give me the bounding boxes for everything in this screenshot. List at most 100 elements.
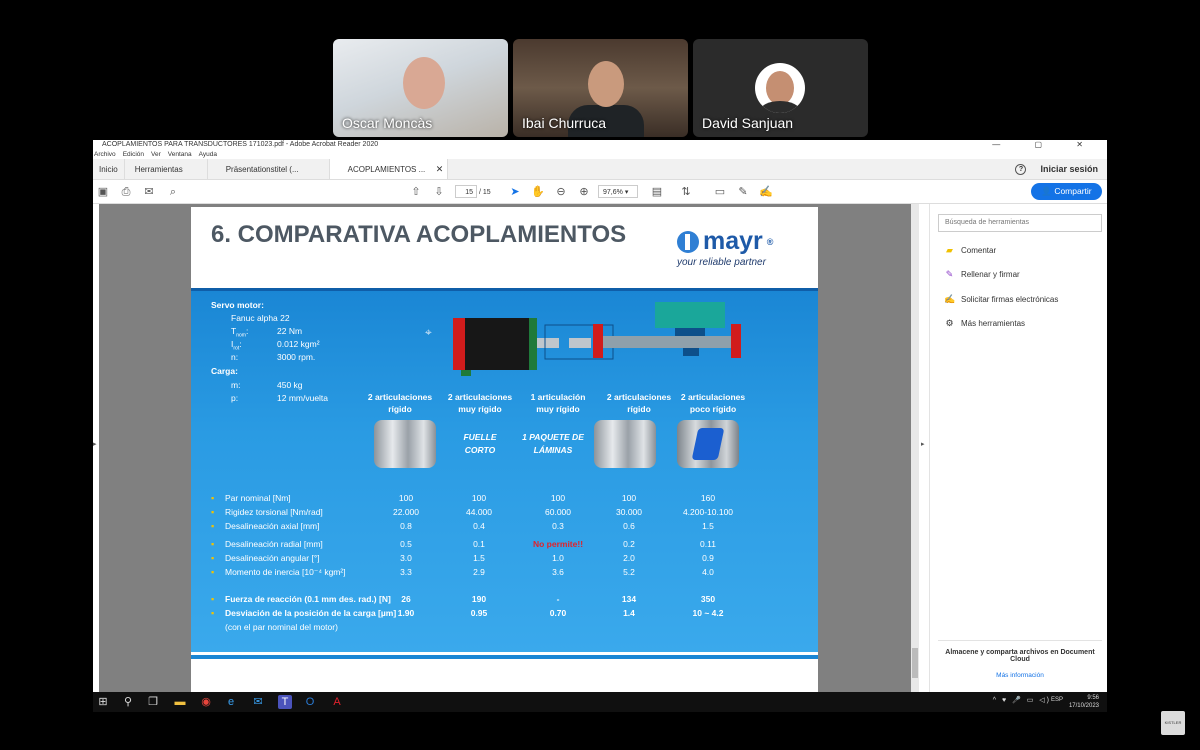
menu-ver[interactable]: Ver xyxy=(151,150,161,159)
cell: 160 xyxy=(700,493,716,503)
meeting-screen: Oscar Moncàs Ibai Churruca David Sanjuan… xyxy=(0,0,1200,750)
share-label: Compartir xyxy=(1054,186,1092,196)
tool-label: Más herramientas xyxy=(961,319,1026,328)
tools-search-input[interactable]: Búsqueda de herramientas xyxy=(938,214,1102,232)
toolbar: ▣ ⎙ ✉ ⌕ ⇧ ⇩ 15 / 15 ➤ ✋ ⊖ ⊕ 97,6% ▾ ▤ ⇅ … xyxy=(93,180,1107,204)
header-right: ? Iniciar sesión xyxy=(1015,159,1098,180)
signin-button[interactable]: Iniciar sesión xyxy=(1040,159,1098,180)
cell: 60.000 xyxy=(545,507,571,517)
edge-icon[interactable]: e xyxy=(224,695,238,709)
windows-icon[interactable]: ⊞ xyxy=(96,695,110,709)
teams-icon[interactable]: T xyxy=(278,695,292,709)
pdf-page: 6. COMPARATIVA ACOPLAMIENTOS mayr ® your… xyxy=(191,207,818,692)
language-indicator[interactable]: ESP xyxy=(1051,697,1063,703)
window-controls[interactable]: — ▢ ✕ xyxy=(992,140,1099,150)
tool-comentar[interactable]: ▰ Comentar xyxy=(944,245,996,256)
table-row: ▪ Par nominal [Nm] 100 100 100 100 160 xyxy=(191,493,818,506)
cell: - xyxy=(556,594,560,604)
acrobat-icon[interactable]: A xyxy=(330,695,344,709)
share-button[interactable]: 👤 Compartir xyxy=(1031,183,1102,200)
zoom-select[interactable]: 97,6% ▾ xyxy=(598,185,638,198)
save-icon[interactable]: ▣ xyxy=(96,185,110,199)
fill-sign-icon: ✎ xyxy=(945,269,954,279)
tool-mas-herramientas[interactable]: ⚙ Más herramientas xyxy=(944,318,1025,329)
scrollbar-thumb[interactable] xyxy=(912,648,918,678)
clock[interactable]: 9:56 17/10/2023 xyxy=(1069,694,1099,710)
page-number-input[interactable]: 15 xyxy=(455,185,477,198)
slide-title: 6. COMPARATIVA ACOPLAMIENTOS xyxy=(211,221,627,248)
right-panel-toggle-icon[interactable]: ▸ xyxy=(921,440,925,448)
tab-herramientas[interactable]: Herramientas xyxy=(125,159,208,179)
left-panel-toggle-icon[interactable]: ▸ xyxy=(93,440,97,448)
page-down-icon[interactable]: ⇩ xyxy=(432,185,446,199)
zoom-out-icon[interactable]: ⊖ xyxy=(554,185,568,199)
document-area[interactable]: 6. COMPARATIVA ACOPLAMIENTOS mayr ® your… xyxy=(99,204,917,692)
tool-rellenar-firmar[interactable]: ✎ Rellenar y firmar xyxy=(944,269,1020,280)
column-header-line: rígido xyxy=(388,404,412,414)
participant-tile-david[interactable]: David Sanjuan xyxy=(693,39,868,137)
sign-icon[interactable]: ✍ xyxy=(759,185,773,199)
servo-label: Servo motor: xyxy=(211,300,264,310)
highlight-icon[interactable]: ✎ xyxy=(736,185,750,199)
vertical-scrollbar[interactable] xyxy=(911,204,919,692)
tools-panel: Búsqueda de herramientas ▰ Comentar ✎ Re… xyxy=(929,204,1107,692)
chrome-icon[interactable]: ◉ xyxy=(199,695,213,709)
system-tray-icons[interactable]: ^ ♥ 🎤 ▭ ◁) xyxy=(993,696,1051,704)
hand-tool-icon[interactable]: ✋ xyxy=(531,185,545,199)
select-cursor-icon[interactable]: ➤ xyxy=(508,185,522,199)
tab-acoplamientos[interactable]: ACOPLAMIENTOS ... ✕ xyxy=(329,159,449,180)
servo-param-value: 3000 rpm. xyxy=(277,352,316,362)
cell: 0.95 xyxy=(470,608,488,618)
menu-archivo[interactable]: Archivo xyxy=(94,150,116,159)
participant-tile-ibai[interactable]: Ibai Churruca xyxy=(513,39,688,137)
page-view-icon[interactable]: ▤ xyxy=(650,185,664,199)
task-view-icon[interactable]: ❐ xyxy=(146,695,160,709)
bullet-icon: ▪ xyxy=(211,507,215,517)
motor-load-diagram: ⌖ xyxy=(425,302,741,376)
zoom-in-icon[interactable]: ⊕ xyxy=(577,185,591,199)
more-info-link[interactable]: Más información xyxy=(938,672,1102,679)
column-header-line: 2 articulaciones xyxy=(680,392,746,402)
outlook-icon[interactable]: O xyxy=(303,695,317,709)
param-subscript: nom xyxy=(236,332,246,339)
tab-inicio[interactable]: Inicio xyxy=(93,159,125,179)
page-up-icon[interactable]: ⇧ xyxy=(409,185,423,199)
table-row: ▪ Fuerza de reacción (0.1 mm des. rad.) … xyxy=(191,594,818,607)
participant-name: David Sanjuan xyxy=(702,115,794,131)
tool-solicitar-firmas[interactable]: ✍ Solicitar firmas electrónicas xyxy=(944,294,1058,305)
cell: 0.3 xyxy=(552,521,564,531)
row-label: Rigidez torsional [Nm/rad] xyxy=(225,507,323,517)
cell-warning: No permite!! xyxy=(532,539,584,549)
mail-icon[interactable]: ✉ xyxy=(251,695,265,709)
search-icon[interactable]: ⚲ xyxy=(121,695,135,709)
help-icon[interactable]: ? xyxy=(1015,164,1027,175)
cell: 2.0 xyxy=(623,553,635,563)
search-icon[interactable]: ⌕ xyxy=(166,185,180,199)
participant-tile-oscar[interactable]: Oscar Moncàs xyxy=(333,39,508,137)
window-titlebar: ACOPLAMIENTOS PARA TRANSDUCTORES 171023.… xyxy=(93,140,1107,150)
param-subscript: rot xyxy=(233,345,240,352)
column-header-line: muy rígido xyxy=(536,404,580,414)
cell: 5.2 xyxy=(623,567,635,577)
carga-param-sym: p: xyxy=(231,393,239,403)
email-icon[interactable]: ✉ xyxy=(142,185,156,199)
close-icon[interactable]: ✕ xyxy=(436,159,444,180)
paquete-line: 1 PAQUETE DE xyxy=(522,432,584,442)
menu-ayuda[interactable]: Ayuda xyxy=(199,150,217,159)
column-header: 2 articulaciones muy rígido xyxy=(440,391,520,415)
column-header-line: 2 articulaciones xyxy=(606,392,672,402)
scroll-mode-icon[interactable]: ⇅ xyxy=(679,185,693,199)
tab-praesentation[interactable]: Präsentationstitel (... xyxy=(208,159,330,179)
menu-ventana[interactable]: Ventana xyxy=(168,150,192,159)
row-label: Desviación de la posición de la carga [µ… xyxy=(225,608,397,618)
bullet-icon: ▪ xyxy=(211,608,215,618)
print-icon[interactable]: ⎙ xyxy=(119,185,133,199)
cell: 10 ~ 4.2 xyxy=(692,608,724,618)
mayr-logo: mayr ® your reliable partner xyxy=(677,227,797,268)
menu-edicion[interactable]: Edición xyxy=(123,150,144,159)
comment-tool-icon[interactable]: ▭ xyxy=(713,185,727,199)
cell: 0.2 xyxy=(623,539,635,549)
tab-bar: Inicio Herramientas Präsentationstitel (… xyxy=(93,159,1107,180)
file-explorer-icon[interactable]: ▬ xyxy=(173,695,187,709)
cell: 0.9 xyxy=(702,553,714,563)
